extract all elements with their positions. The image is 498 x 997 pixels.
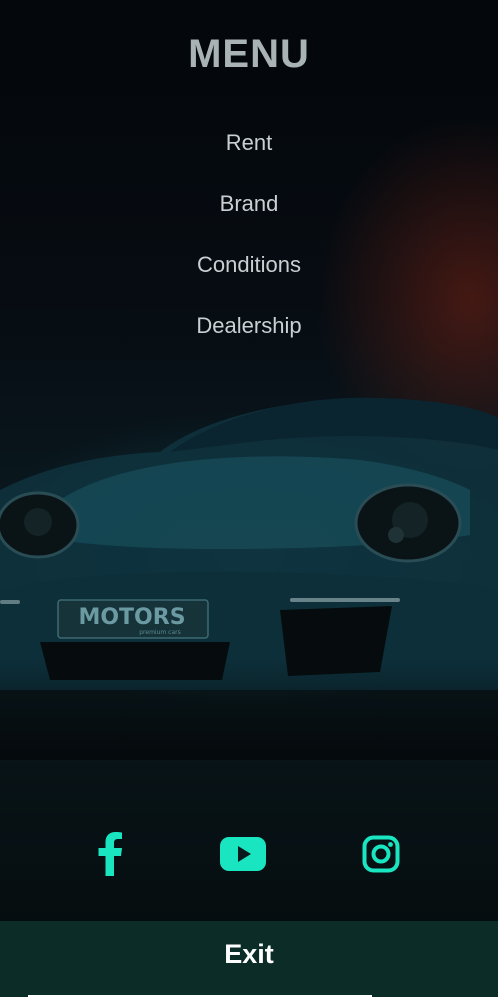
social-links (0, 830, 498, 878)
menu-item-dealership[interactable]: Dealership (0, 308, 498, 369)
youtube-link[interactable] (219, 830, 267, 878)
plate-subtext: premium cars (139, 629, 180, 636)
exit-button[interactable]: Exit (0, 921, 498, 997)
background-car-image: MOTORS premium cars (0, 397, 498, 760)
instagram-icon (362, 835, 400, 873)
facebook-icon (98, 832, 122, 876)
menu-item-conditions[interactable]: Conditions (0, 247, 498, 308)
menu-list: Rent Brand Conditions Dealership (0, 125, 498, 369)
menu-title: MENU (188, 32, 310, 76)
instagram-link[interactable] (357, 830, 405, 878)
youtube-icon (220, 837, 266, 871)
menu-item-brand[interactable]: Brand (0, 186, 498, 247)
plate-text: MOTORS (78, 605, 185, 630)
menu-item-rent[interactable]: Rent (0, 125, 498, 186)
exit-label: Exit (224, 939, 274, 969)
menu-screen: MOTORS premium cars MENU Rent Brand Cond… (0, 0, 498, 997)
facebook-link[interactable] (86, 830, 134, 878)
